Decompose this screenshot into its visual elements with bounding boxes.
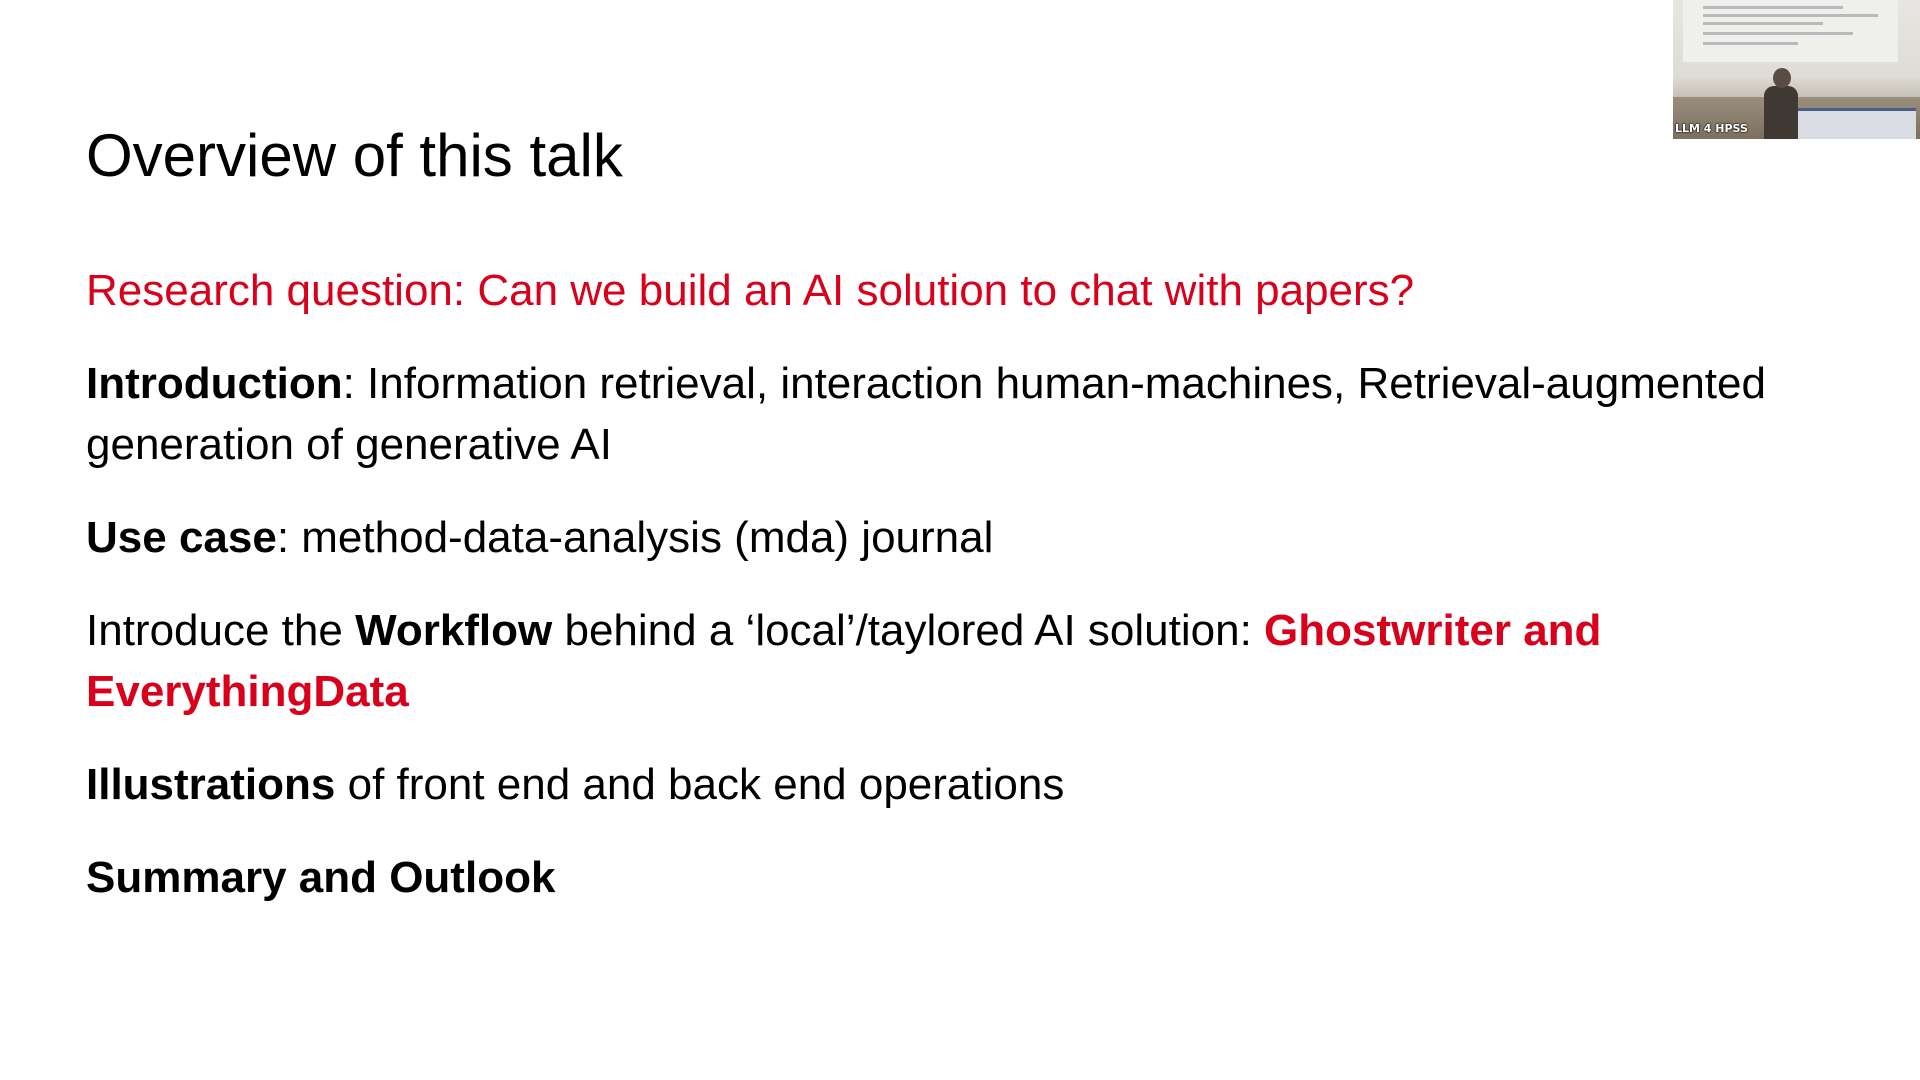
presentation-slide: Overview of this talk Research question:… — [0, 0, 1920, 1080]
illustrations-term: Illustrations — [86, 760, 336, 809]
use-case-item: Use case: method-data-analysis (mda) jou… — [86, 507, 1786, 568]
speaker-video-thumbnail[interactable]: LLM 4 HPSS — [1673, 0, 1920, 139]
workflow-term: Workflow — [355, 606, 553, 655]
workflow-prefix: Introduce the — [86, 606, 356, 655]
workflow-item: Introduce the Workflow behind a ‘local’/… — [86, 600, 1786, 722]
introduction-item: Introduction: Information retrieval, int… — [86, 353, 1786, 475]
illustrations-item: Illustrations of front end and back end … — [86, 754, 1786, 815]
use-case-text: : method-data-analysis (mda) journal — [276, 513, 994, 562]
summary-item: Summary and Outlook — [86, 853, 556, 902]
slide-title: Overview of this talk — [86, 122, 623, 189]
research-question: Research question: Can we build an AI so… — [86, 266, 1415, 315]
speaker-head — [1773, 68, 1791, 88]
speaker-figure — [1764, 86, 1798, 139]
use-case-term: Use case — [86, 513, 277, 562]
projected-screen — [1683, 0, 1898, 62]
video-label: LLM 4 HPSS — [1675, 122, 1748, 135]
workflow-middle: behind a ‘local’/taylored AI solution: — [552, 606, 1265, 655]
illustrations-text: of front end and back end operations — [335, 760, 1065, 809]
introduction-term: Introduction — [86, 359, 343, 408]
podium — [1781, 108, 1916, 139]
